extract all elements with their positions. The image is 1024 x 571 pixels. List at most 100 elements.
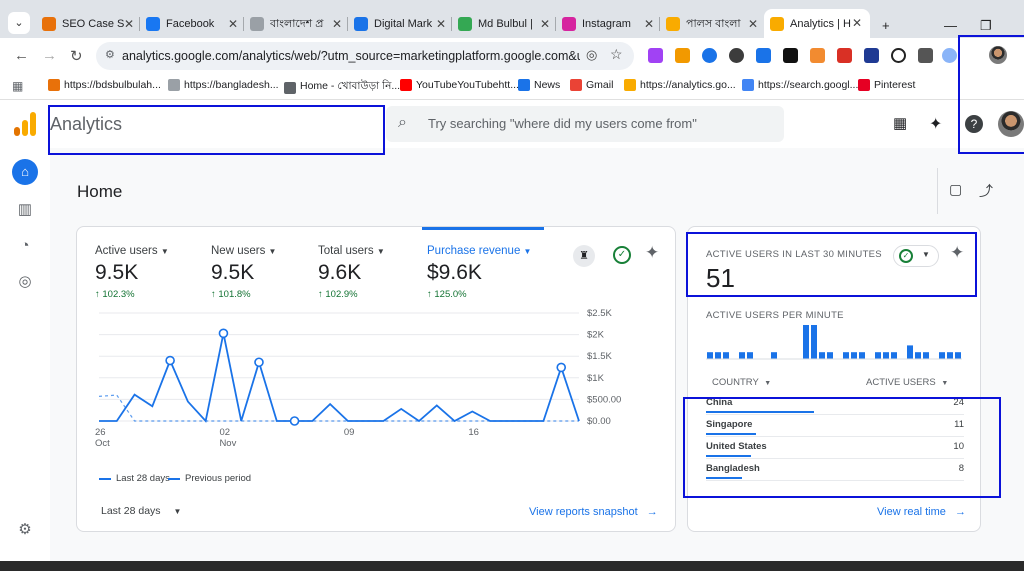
tab-title: Md Bulbul | bbox=[478, 18, 533, 30]
browser-tab[interactable]: Analytics | H ✕ bbox=[764, 9, 870, 39]
extension-pen-icon[interactable] bbox=[648, 48, 663, 63]
insights-icon[interactable]: ⤴ bbox=[979, 181, 993, 201]
close-tab-icon[interactable]: ✕ bbox=[436, 17, 446, 31]
country-row[interactable]: Singapore 11 bbox=[706, 419, 964, 441]
extension-k-icon[interactable] bbox=[729, 48, 744, 63]
check-status-icon[interactable]: ✓ bbox=[613, 246, 631, 264]
forward-button[interactable]: → bbox=[42, 47, 57, 64]
trophy-icon[interactable]: ♜ bbox=[573, 245, 595, 267]
bookmark-label: https://bangladesh... bbox=[184, 79, 279, 91]
apps-grid-icon[interactable]: ▦ bbox=[12, 79, 23, 93]
note-icon[interactable]: ▢ bbox=[949, 181, 962, 198]
browser-tab[interactable]: Instagram ✕ bbox=[556, 10, 662, 38]
extension-red-icon[interactable] bbox=[837, 48, 852, 63]
data-point-marker bbox=[289, 416, 300, 426]
browser-tab[interactable]: পালস বাংলা ✕ bbox=[660, 10, 766, 38]
new-tab-button[interactable]: + bbox=[882, 18, 890, 33]
date-range-selector[interactable]: Last 28 days ▼ bbox=[101, 505, 181, 517]
help-icon[interactable]: ? bbox=[965, 115, 983, 133]
extension-puzzle-icon[interactable] bbox=[675, 48, 690, 63]
apps-grid-icon[interactable]: ▦ bbox=[893, 114, 907, 132]
search-input[interactable]: ⌕ Try searching "where did my users come… bbox=[386, 106, 784, 142]
bookmark-item[interactable]: News bbox=[518, 79, 560, 91]
country-column-header[interactable]: COUNTRY ▼ bbox=[712, 377, 771, 388]
analytics-body: ⌂ ▥ ◔ ◎ ⚙ Home ▢ ⤴ Active users ▼ 9.5K ↑ 1… bbox=[0, 148, 1024, 561]
bookmark-item[interactable]: https://search.googl... bbox=[742, 79, 858, 91]
bookmark-item[interactable]: https://bangladesh... bbox=[168, 79, 279, 91]
browser-tab[interactable]: বাংলাদেশ প্র ✕ bbox=[244, 10, 350, 38]
close-tab-icon[interactable]: ✕ bbox=[124, 17, 134, 31]
active-users-column-header[interactable]: ACTIVE USERS ▼ bbox=[866, 377, 948, 388]
close-tab-icon[interactable]: ✕ bbox=[540, 17, 550, 31]
extension-c-icon[interactable] bbox=[864, 48, 879, 63]
overview-card: Active users ▼ 9.5K ↑ 102.3% New users ▼ 9.5… bbox=[76, 226, 676, 532]
bookmark-favicon-icon bbox=[624, 79, 636, 91]
explore-nav-icon[interactable]: ◔ bbox=[15, 236, 35, 256]
close-tab-icon[interactable]: ✕ bbox=[332, 17, 342, 31]
bookmark-item[interactable]: https://analytics.go... bbox=[624, 79, 736, 91]
metric-tab[interactable]: Total users ▼ 9.6K ↑ 102.9% bbox=[318, 245, 385, 300]
browser-tab[interactable]: SEO Case St ✕ bbox=[36, 10, 142, 38]
browser-tab[interactable]: Digital Mark ✕ bbox=[348, 10, 454, 38]
browser-tab[interactable]: Facebook ✕ bbox=[140, 10, 246, 38]
eye-off-icon[interactable]: ◎ bbox=[586, 47, 597, 63]
account-avatar[interactable] bbox=[998, 111, 1024, 137]
close-tab-icon[interactable]: ✕ bbox=[644, 17, 654, 31]
browser-tab[interactable]: Md Bulbul | ✕ bbox=[452, 10, 558, 38]
sparkle-insights-icon[interactable]: ✦ bbox=[950, 243, 964, 263]
extension-check-icon[interactable] bbox=[756, 48, 771, 63]
bookmark-item[interactable]: Gmail bbox=[570, 79, 613, 91]
restore-button[interactable]: ❐ bbox=[980, 18, 992, 34]
close-tab-icon[interactable]: ✕ bbox=[852, 16, 862, 30]
country-row[interactable]: China 24 bbox=[706, 397, 964, 419]
metric-change: 102.9% bbox=[325, 289, 358, 300]
extension-circle-icon[interactable] bbox=[702, 48, 717, 63]
tab-separator bbox=[347, 17, 348, 31]
back-button[interactable]: ← bbox=[14, 47, 29, 64]
reload-button[interactable]: ↻ bbox=[70, 47, 83, 65]
tab-separator bbox=[451, 17, 452, 31]
metric-tab[interactable]: Purchase revenue ▼ $9.6K ↑ 125.0% bbox=[427, 245, 531, 300]
taskbar-edge bbox=[0, 561, 1024, 571]
bookmark-item[interactable]: https://bdsbulbulah... bbox=[48, 79, 161, 91]
bookmark-item[interactable]: Home - খোবাউড়া নি... bbox=[284, 79, 400, 96]
admin-gear-icon[interactable]: ⚙ bbox=[15, 520, 35, 540]
arrow-up-icon: ↑ bbox=[211, 289, 216, 300]
sparkle-insights-icon[interactable]: ✦ bbox=[645, 243, 659, 263]
selected-metric-indicator bbox=[422, 227, 544, 230]
country-row[interactable]: Bangladesh 8 bbox=[706, 463, 964, 485]
analytics-logo-icon bbox=[14, 112, 36, 136]
close-tab-icon[interactable]: ✕ bbox=[748, 17, 758, 31]
data-point-marker bbox=[254, 357, 264, 368]
overview-line-chart: $2.5K $2K $1.5K $1K $500.00 $0.00 26Oct 02Nov 09… bbox=[95, 308, 621, 449]
close-tab-icon[interactable]: ✕ bbox=[228, 17, 238, 31]
advertising-nav-icon[interactable]: ◎ bbox=[15, 272, 35, 292]
realtime-status-chip[interactable]: ✓ ▼ bbox=[893, 245, 939, 267]
arrow-up-icon: ↑ bbox=[427, 289, 432, 300]
country-row[interactable]: United States 10 bbox=[706, 441, 964, 463]
bookmark-star-icon[interactable]: ☆ bbox=[610, 46, 623, 63]
site-info-icon[interactable]: ⚙ bbox=[105, 48, 115, 61]
minute-bar bbox=[715, 352, 721, 359]
metric-tab[interactable]: Active users ▼ 9.5K ↑ 102.3% bbox=[95, 245, 169, 300]
minute-bar bbox=[947, 352, 953, 359]
view-reports-snapshot-link[interactable]: View reports snapshot → bbox=[529, 506, 658, 518]
extension-dark-icon[interactable] bbox=[783, 48, 798, 63]
extension-g-icon[interactable] bbox=[810, 48, 825, 63]
bookmark-item[interactable]: Pinterest bbox=[858, 79, 915, 91]
sparkle-icon[interactable]: ✦ bbox=[929, 114, 942, 134]
tab-search-button[interactable]: ⌄ bbox=[8, 12, 30, 34]
metric-tab[interactable]: New users ▼ 9.5K ↑ 101.8% bbox=[211, 245, 276, 300]
home-nav-icon[interactable]: ⌂ bbox=[12, 159, 38, 185]
reports-nav-icon[interactable]: ▥ bbox=[15, 200, 35, 220]
view-real-time-link[interactable]: View real time → bbox=[877, 506, 966, 518]
extension-grey-icon[interactable] bbox=[918, 48, 933, 63]
extension-blue-icon[interactable] bbox=[942, 48, 957, 63]
minimize-button[interactable]: — bbox=[944, 18, 957, 33]
bookmark-item[interactable]: YouTubeYouTubehtt... bbox=[400, 79, 519, 91]
profile-avatar[interactable] bbox=[989, 46, 1007, 64]
row-divider bbox=[706, 414, 964, 415]
address-bar[interactable]: ⚙ analytics.google.com/analytics/web/?ut… bbox=[96, 42, 634, 70]
extension-ring-icon[interactable] bbox=[891, 48, 906, 63]
caret-down-icon: ▼ bbox=[268, 247, 277, 256]
